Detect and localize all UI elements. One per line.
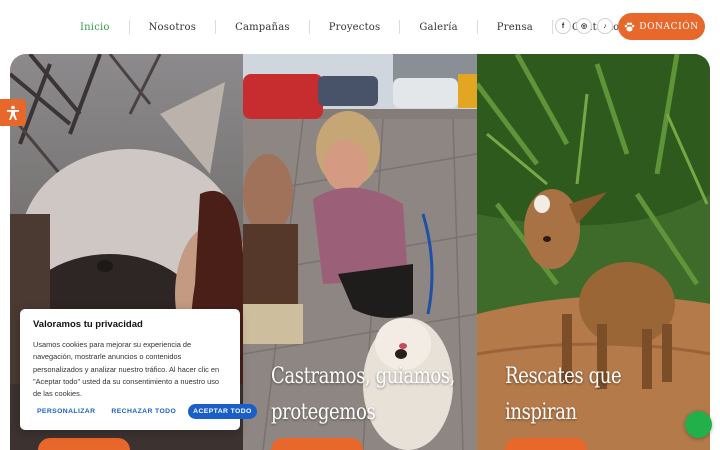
nav-divider xyxy=(551,20,553,34)
accessibility-icon xyxy=(7,105,19,120)
facebook-icon[interactable]: f xyxy=(555,18,571,34)
nav-item-prensa[interactable]: Prensa xyxy=(497,22,533,33)
hero-panel-goat[interactable]: Rescates que inspiran xyxy=(476,54,710,450)
panel-2-title-line1: Castramos, guiamos, xyxy=(271,364,456,389)
nav-item-nosotros[interactable]: Nosotros xyxy=(149,22,196,33)
nav-divider xyxy=(308,20,310,34)
panel-3-cta-button[interactable] xyxy=(504,438,587,450)
main-nav: Inicio Nosotros Campañas Proyectos Galer… xyxy=(80,17,619,37)
nav-item-galeria[interactable]: Galería xyxy=(419,22,457,33)
donate-label: DONACIÓN xyxy=(639,21,699,32)
panel-1-cta-button[interactable] xyxy=(38,438,130,450)
panel-3-title-line2: inspiran xyxy=(504,400,577,425)
social-links: f ◎ ♪ xyxy=(555,18,613,34)
accept-cookies-button[interactable]: ACEPTAR TODO xyxy=(188,404,257,419)
cookie-text: Usamos cookies para mejorar su experienc… xyxy=(33,340,220,399)
panel-2-title-line2: protegemos xyxy=(271,400,376,425)
hero-panel-dog[interactable]: Castramos, guiamos, protegemos xyxy=(243,54,477,450)
customize-cookies-button[interactable]: PERSONALIZAR xyxy=(33,404,99,419)
panel-3-title: Rescates que inspiran xyxy=(504,359,622,431)
panel-3-title-line1: Rescates que xyxy=(504,364,622,389)
nav-divider xyxy=(476,20,478,34)
instagram-icon[interactable]: ◎ xyxy=(576,18,592,34)
chat-bubble-button[interactable] xyxy=(685,411,712,438)
reject-cookies-button[interactable]: RECHAZAR TODO xyxy=(107,404,180,419)
nav-divider xyxy=(215,20,217,34)
site-header: Inicio Nosotros Campañas Proyectos Galer… xyxy=(0,0,720,52)
paw-icon xyxy=(624,21,635,31)
panel-2-title: Castramos, guiamos, protegemos xyxy=(271,359,455,431)
nav-item-campanas[interactable]: Campañas xyxy=(235,22,290,33)
nav-item-inicio[interactable]: Inicio xyxy=(80,22,110,33)
nav-item-proyectos[interactable]: Proyectos xyxy=(329,22,381,33)
cookie-banner: Valoramos tu privacidad Usamos cookies p… xyxy=(20,309,257,430)
accessibility-button[interactable] xyxy=(0,99,26,126)
nav-divider xyxy=(399,20,401,34)
donate-button[interactable]: DONACIÓN xyxy=(618,13,705,40)
panel-2-cta-button[interactable] xyxy=(271,438,364,450)
tiktok-icon[interactable]: ♪ xyxy=(597,18,613,34)
cookie-title: Valoramos tu privacidad xyxy=(33,319,143,330)
nav-divider xyxy=(128,20,130,34)
cookie-actions: PERSONALIZAR RECHAZAR TODO ACEPTAR TODO xyxy=(33,404,257,419)
